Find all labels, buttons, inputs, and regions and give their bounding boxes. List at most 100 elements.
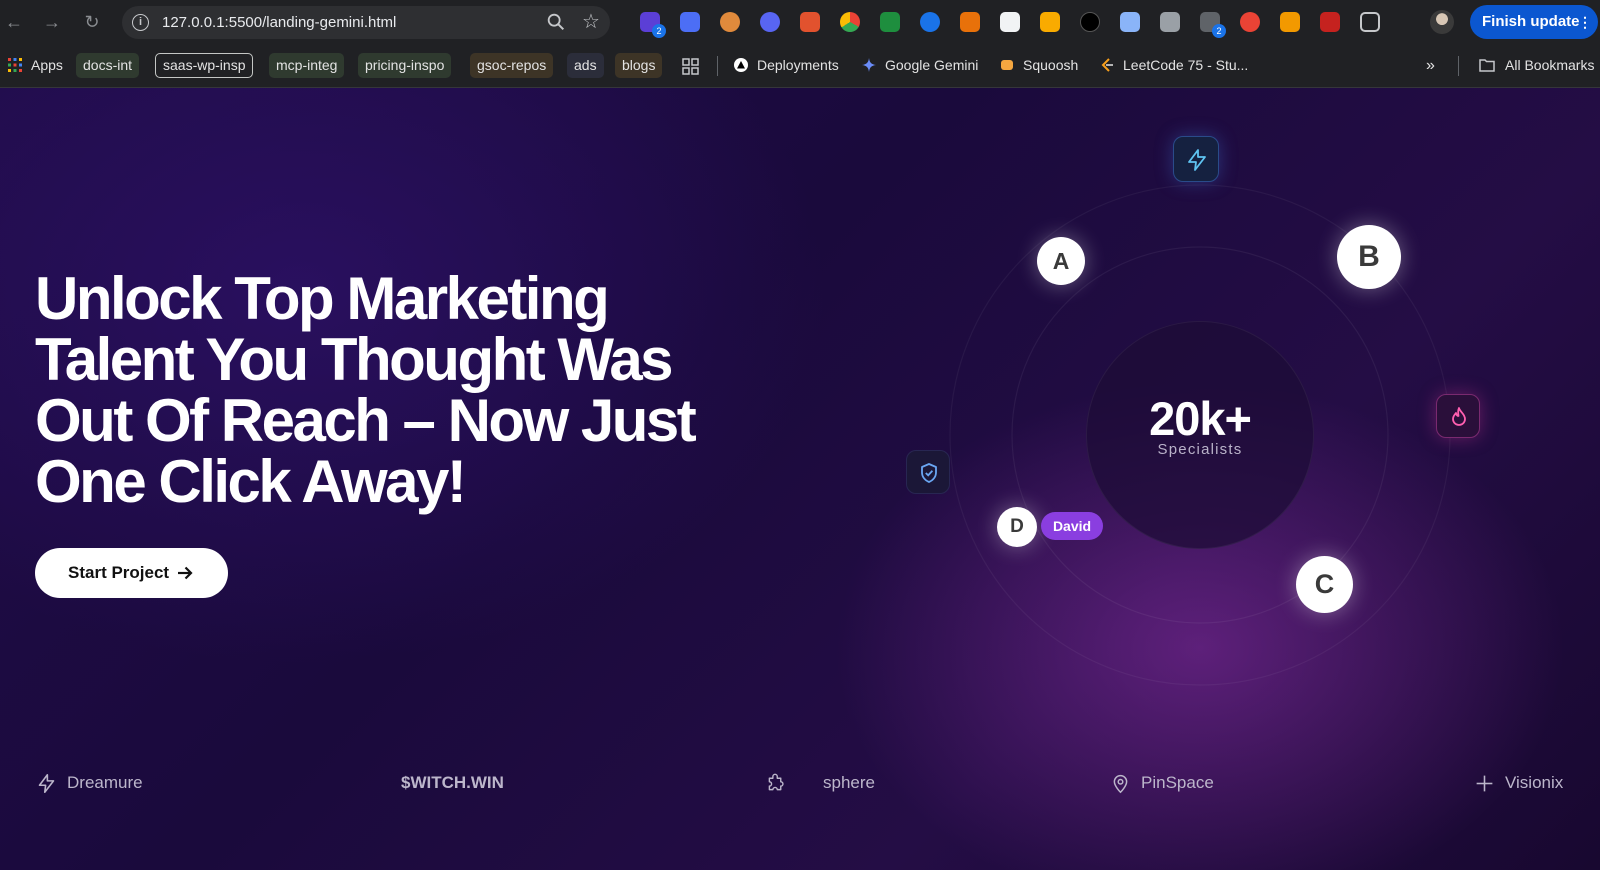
bookmark-docs-int[interactable]: docs-int xyxy=(76,53,140,78)
flame-tile xyxy=(1436,394,1480,438)
network-node-b[interactable]: B xyxy=(1337,225,1401,289)
all-bookmarks-folder[interactable]: All Bookmarks xyxy=(1478,53,1594,78)
bookmark-pricing-inspo[interactable]: pricing-inspo xyxy=(358,53,452,78)
extension-badge: 2 xyxy=(1212,24,1226,38)
extension-stack-icon[interactable]: 2 xyxy=(640,12,666,38)
bookmark-ads[interactable]: ads xyxy=(567,53,604,78)
hero-headline-line: Out Of Reach – Now Just xyxy=(35,387,697,454)
lightning-tile xyxy=(1173,136,1219,182)
lightning-icon xyxy=(1188,149,1206,171)
bookmark-deployments[interactable]: Deployments xyxy=(734,53,839,78)
more-menu-icon[interactable]: ⋮ xyxy=(1578,5,1592,39)
start-project-label: Start Project xyxy=(68,563,170,582)
logo-pinspace-text: PinSpace xyxy=(1141,773,1214,792)
logo-switch-win-text: $WITCH.WIN xyxy=(401,773,504,792)
start-project-button[interactable]: Start Project xyxy=(35,548,228,598)
bookmark-saas-wp-insp[interactable]: saas-wp-insp xyxy=(155,53,254,78)
finish-update-label: Finish update xyxy=(1482,13,1580,30)
logo-dreamure-text: Dreamure xyxy=(67,773,143,792)
specialists-count: 20k+ xyxy=(1149,392,1252,445)
specialists-label: Specialists xyxy=(1157,441,1243,458)
flame-icon xyxy=(1452,407,1466,426)
hero-headline-line: Unlock Top Marketing xyxy=(35,265,610,332)
forward-arrow-icon[interactable]: → xyxy=(40,10,64,34)
extension-triangle-icon[interactable] xyxy=(1080,12,1100,32)
zoom-icon[interactable] xyxy=(545,11,567,33)
site-info-icon[interactable]: i xyxy=(132,14,149,31)
extension-person-icon[interactable] xyxy=(960,12,980,32)
hero-headline-line: One Click Away! xyxy=(35,448,467,515)
extension-bottle-icon[interactable] xyxy=(720,12,740,32)
extension-infinity-icon[interactable] xyxy=(1240,12,1260,32)
arrow-right-icon xyxy=(178,566,193,580)
puzzle-piece-icon xyxy=(768,773,784,791)
folder-icon xyxy=(1479,59,1495,72)
extension-check-icon[interactable] xyxy=(880,12,900,32)
network-node-d[interactable]: D xyxy=(997,507,1037,547)
bookmark-deployments-label: Deployments xyxy=(757,57,839,73)
logo-dreamure: Dreamure xyxy=(36,771,176,795)
logo-pinspace: PinSpace xyxy=(1110,771,1230,795)
bookmarks-divider xyxy=(1458,56,1459,76)
extension-bars-icon[interactable] xyxy=(1120,12,1140,32)
apps-label: Apps xyxy=(31,57,63,73)
bookmark-blogs[interactable]: blogs xyxy=(615,53,663,78)
extension-color-icon[interactable] xyxy=(840,12,860,32)
url-text[interactable]: 127.0.0.1:5500/landing-gemini.html xyxy=(162,14,396,31)
bookmark-gsoc-repos[interactable]: gsoc-repos xyxy=(470,53,554,78)
partner-logos: Dreamure $WITCH.WIN sphere PinSpace Visi… xyxy=(0,763,1600,803)
reload-icon[interactable]: ↻ xyxy=(80,10,104,34)
extension-badge: 2 xyxy=(652,24,666,38)
extension-camera-icon[interactable] xyxy=(1160,12,1180,32)
address-bar[interactable]: i 127.0.0.1:5500/landing-gemini.html ☆ xyxy=(122,6,610,39)
shield-tile xyxy=(906,450,950,494)
logo-sphere-text: sphere xyxy=(823,773,875,792)
map-pin-icon xyxy=(1113,774,1128,794)
apps-grid-icon xyxy=(8,58,22,72)
extension-doc-icon[interactable] xyxy=(920,12,940,32)
plus-icon xyxy=(1476,775,1493,792)
extension-play-icon[interactable] xyxy=(1000,12,1020,32)
bookmark-squoosh-label: Squoosh xyxy=(1023,57,1079,73)
extension-lock-icon[interactable] xyxy=(1040,12,1060,32)
logo-visionix-text: Visionix xyxy=(1505,773,1564,792)
apps-shortcut[interactable]: Apps xyxy=(8,53,63,78)
extensions-puzzle-icon[interactable] xyxy=(1360,12,1380,32)
extension-if-icon[interactable] xyxy=(680,12,700,32)
profile-avatar[interactable] xyxy=(1430,10,1454,34)
bookmark-leetcode[interactable]: LeetCode 75 - Stu... xyxy=(1100,53,1248,78)
vercel-triangle-icon xyxy=(734,58,748,72)
back-arrow-icon[interactable]: ← xyxy=(2,10,26,34)
bookmark-squoosh[interactable]: Squoosh xyxy=(1000,53,1078,78)
extension-screen-icon[interactable]: 2 xyxy=(1200,12,1226,38)
bookmark-star-icon[interactable]: ☆ xyxy=(582,9,600,34)
extension-gear-icon[interactable] xyxy=(760,12,780,32)
finish-update-button[interactable]: Finish update ⋮ xyxy=(1470,5,1598,39)
lightning-outline-icon xyxy=(38,773,55,794)
tab-groups-icon[interactable] xyxy=(682,58,699,75)
more-bookmarks-chevron-icon[interactable]: » xyxy=(1426,53,1435,78)
bookmark-leetcode-label: LeetCode 75 - Stu... xyxy=(1123,57,1249,73)
bookmarks-bar: Apps docs-int saas-wp-insp mcp-integ pri… xyxy=(0,44,1600,88)
all-bookmarks-label: All Bookmarks xyxy=(1505,57,1595,73)
extension-seo-icon[interactable] xyxy=(1320,12,1340,32)
hero-headline-line: Talent You Thought Was xyxy=(35,326,674,393)
leetcode-icon xyxy=(1101,58,1113,72)
logo-visionix: Visionix xyxy=(1474,771,1574,795)
bookmark-mcp-integ[interactable]: mcp-integ xyxy=(269,53,345,78)
extension-hand-icon[interactable] xyxy=(1280,12,1300,32)
user-name-tag: David xyxy=(1041,512,1103,540)
bookmark-google-gemini-label: Google Gemini xyxy=(885,57,979,73)
network-node-a[interactable]: A xyxy=(1037,237,1085,285)
browser-toolbar: ← → ↻ i 127.0.0.1:5500/landing-gemini.ht… xyxy=(0,0,1600,44)
logo-sphere: sphere xyxy=(765,771,875,795)
hero-headline: Unlock Top Marketing Talent You Thought … xyxy=(35,268,735,512)
gemini-sparkle-icon xyxy=(862,58,876,72)
landing-page: Unlock Top Marketing Talent You Thought … xyxy=(0,88,1600,870)
squoosh-icon xyxy=(1001,60,1013,70)
bookmark-google-gemini[interactable]: Google Gemini xyxy=(862,53,978,78)
bookmarks-divider xyxy=(717,56,718,76)
network-node-c[interactable]: C xyxy=(1296,556,1353,613)
extension-fox-icon[interactable] xyxy=(800,12,820,32)
logo-switch-win: $WITCH.WIN xyxy=(401,771,521,795)
